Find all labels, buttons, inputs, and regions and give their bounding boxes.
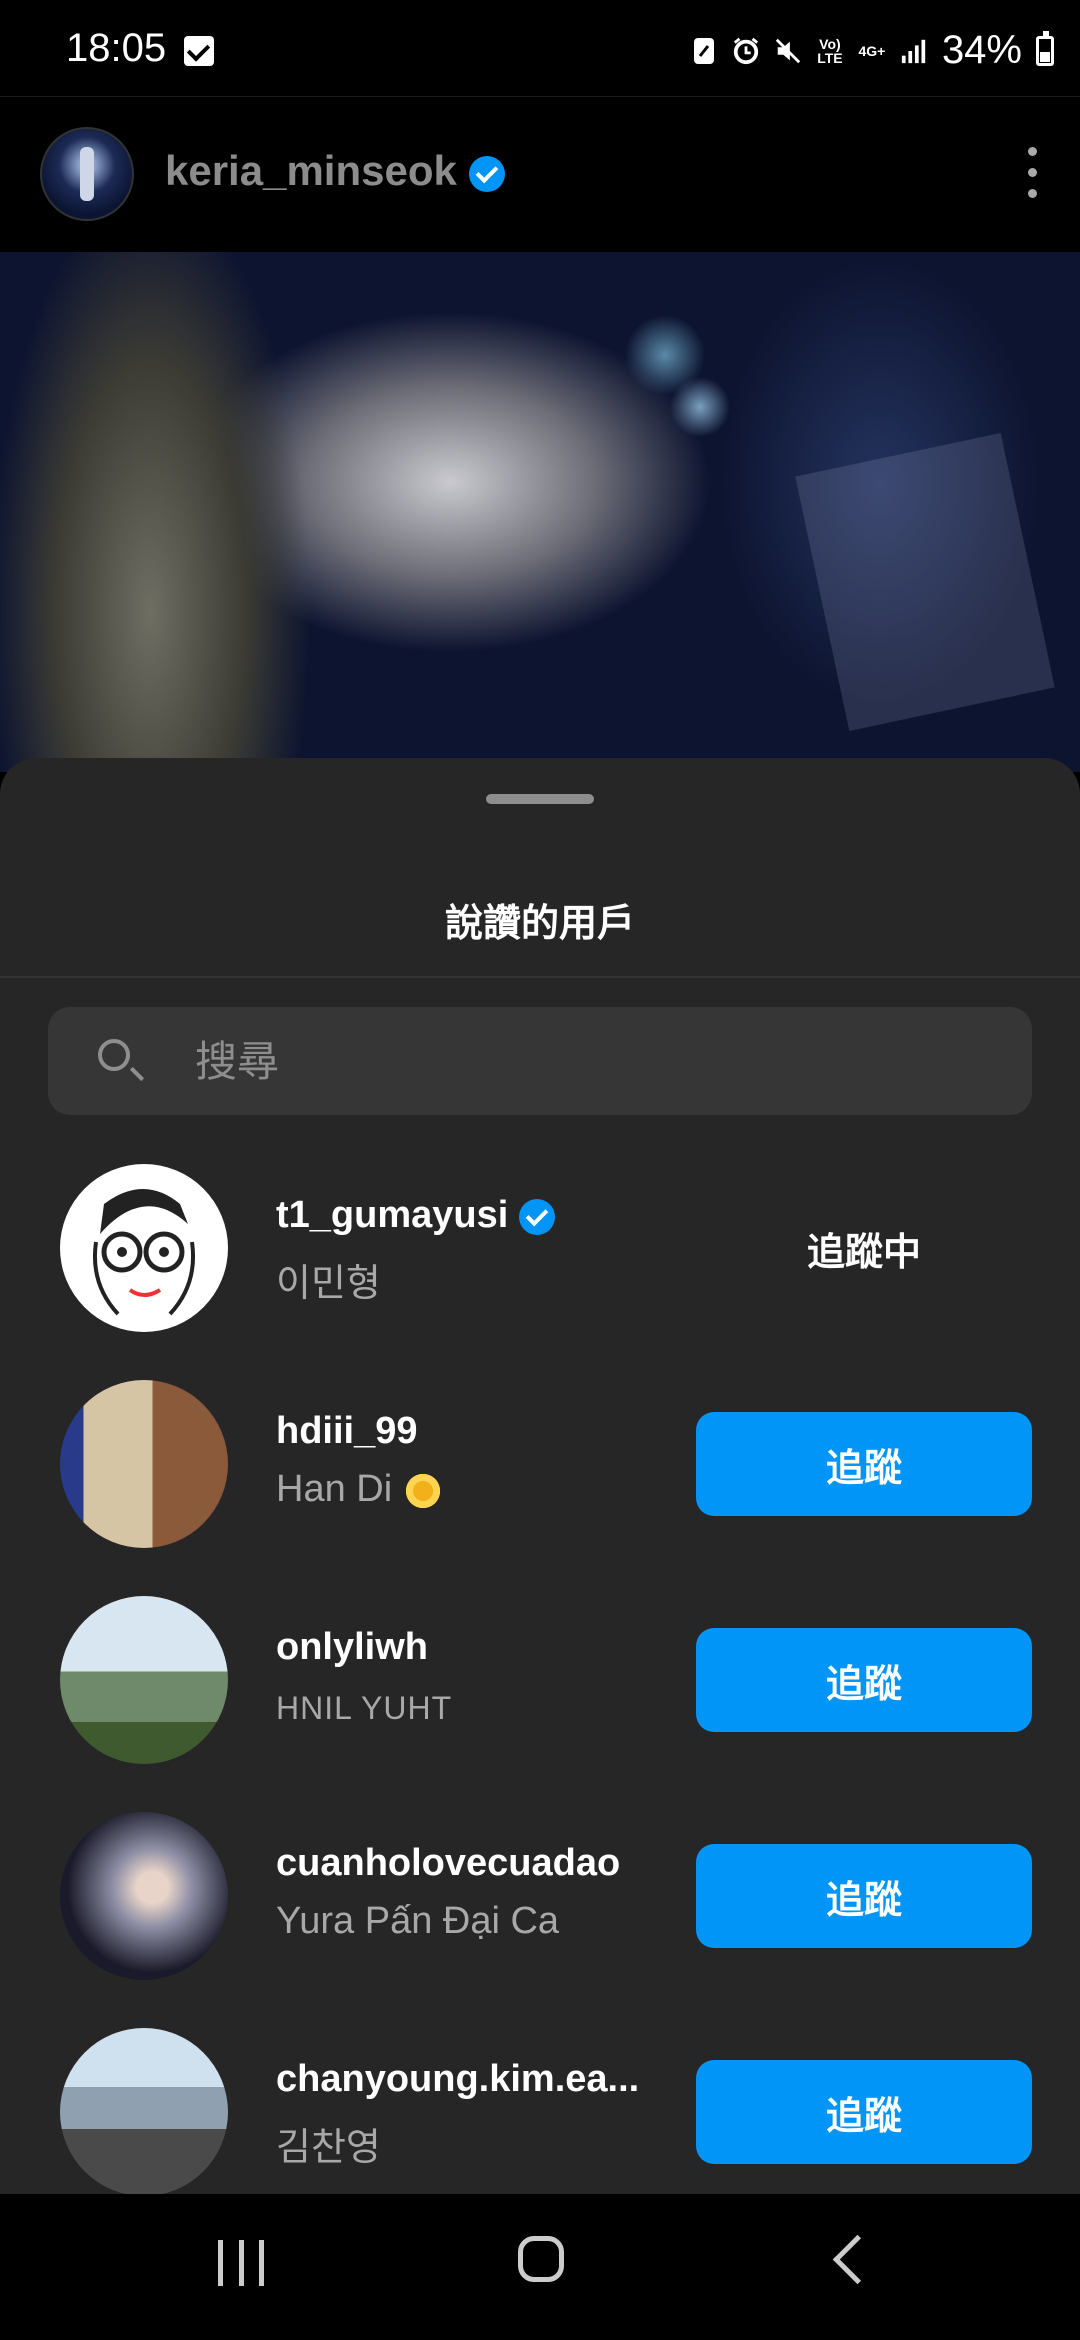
full-name: HNIL YUHT [276,1690,453,1726]
post-photo [0,252,1080,772]
search-bar[interactable] [48,1007,1032,1115]
list-item[interactable]: hdiii_99 Han Di 追蹤 [0,1380,1080,1550]
post-author-username[interactable]: keria_minseok [165,147,505,195]
search-input[interactable] [193,1035,977,1089]
post-author-avatar[interactable] [40,127,134,221]
post-header: keria_minseok [0,96,1080,253]
full-name: Yura Pấn Đại Ca [276,1900,560,1942]
mute-icon [774,35,802,67]
4g-icon: 4G+ [858,42,886,59]
avatar[interactable] [60,1812,228,1980]
check-box-icon [184,36,214,66]
full-name: Han Di [276,1468,443,1511]
status-icons: Vo) LTE 4G+ 34% [690,28,1054,73]
list-item[interactable]: onlyliwh HNIL YUHT 追蹤 [0,1596,1080,1766]
username[interactable]: cuanholovecuadao [276,1842,620,1885]
volte-icon: Vo) LTE [817,35,843,66]
avatar[interactable] [60,1380,228,1548]
list-item[interactable]: chanyoung.kim.ea... 김찬영 追蹤 [0,2028,1080,2198]
verified-badge-icon [518,1198,555,1235]
username-text[interactable]: t1_gumayusi [276,1194,508,1236]
full-name-text: Han Di [276,1468,393,1510]
back-icon[interactable] [832,2234,883,2285]
avatar[interactable] [60,1596,228,1764]
home-icon[interactable] [518,2236,564,2282]
more-options-icon[interactable] [1028,147,1038,199]
status-bar: 18:05 Vo) LTE 4G+ 34% [0,0,1080,96]
battery-percent: 34% [941,28,1022,72]
full-name: 김찬영 [276,2127,381,2169]
avatar[interactable] [60,1164,228,1332]
follow-button[interactable]: 追蹤 [696,1412,1032,1516]
full-name: 이민형 [276,1263,381,1305]
photo-screen-glare [795,433,1055,731]
divider [0,976,1080,978]
status-time: 18:05 [66,26,167,70]
nfc-icon [690,35,718,67]
username[interactable]: chanyoung.kim.ea... [276,2058,639,2101]
alarm-icon [732,35,760,67]
search-icon [98,1039,130,1071]
following-button[interactable]: 追蹤中 [696,1196,1032,1300]
follow-button[interactable]: 追蹤 [696,1844,1032,1948]
username[interactable]: hdiii_99 [276,1410,418,1453]
likes-sheet: 說讚的用戶 t1_gumayusi 이민형 追蹤中 hdiii_99 [0,758,1080,2196]
username[interactable]: t1_gumayusi [276,1194,555,1237]
system-navigation-bar [0,2194,1080,2340]
list-item[interactable]: t1_gumayusi 이민형 追蹤中 [0,1164,1080,1334]
verified-badge-icon [468,155,505,192]
sunflower-icon [402,1470,443,1511]
avatar[interactable] [60,2028,228,2196]
sheet-drag-handle[interactable] [486,794,594,804]
battery-icon [1036,30,1054,66]
signal-icon [900,35,928,67]
follow-button[interactable]: 追蹤 [696,2060,1032,2164]
follow-button[interactable]: 追蹤 [696,1628,1032,1732]
post-username-text[interactable]: keria_minseok [165,147,457,194]
list-item[interactable]: cuanholovecuadao Yura Pấn Đại Ca 追蹤 [0,1812,1080,1982]
sheet-title: 說讚的用戶 [444,903,635,945]
recent-apps-icon[interactable] [218,2240,264,2286]
username[interactable]: onlyliwh [276,1626,428,1669]
